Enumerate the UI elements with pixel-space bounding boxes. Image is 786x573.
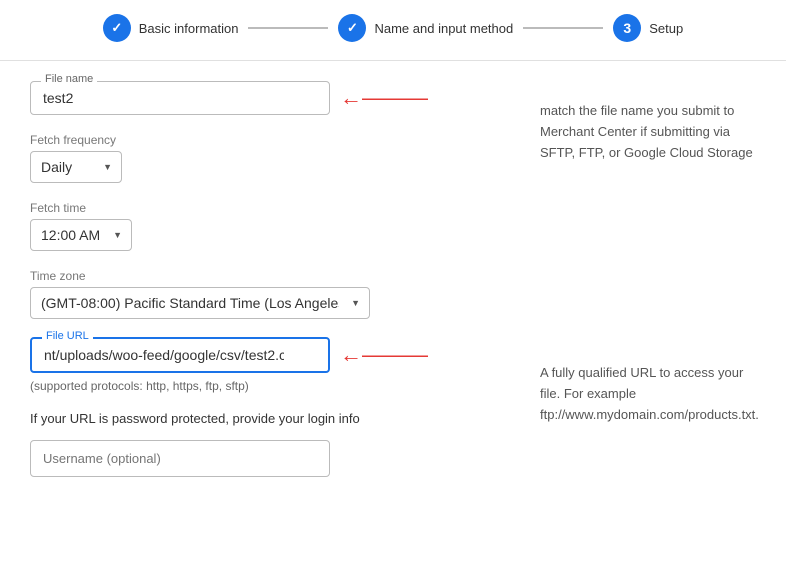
fetch-time-select[interactable]: 12:00 AM 1:00 AM 2:00 AM 3:00 AM [30, 219, 132, 251]
file-url-input[interactable] [44, 347, 284, 363]
file-name-row: File name ←――― [30, 81, 490, 115]
file-url-hint: (supported protocols: http, https, ftp, … [30, 379, 490, 393]
file-name-field: File name [30, 81, 330, 115]
url-note: A fully qualified URL to access your fil… [540, 363, 766, 425]
fetch-time-select-wrapper: 12:00 AM 1:00 AM 2:00 AM 3:00 AM [30, 219, 132, 251]
step-circle-setup: 3 [613, 14, 641, 42]
step-label-setup: Setup [649, 21, 683, 36]
right-panel: match the file name you submit to Mercha… [520, 61, 786, 515]
file-url-field: File URL [30, 337, 330, 373]
file-url-label: File URL [42, 330, 93, 342]
step-basic-information: ✓ Basic information [103, 14, 239, 42]
file-name-input[interactable] [43, 90, 317, 106]
file-name-label: File name [41, 73, 97, 85]
time-zone-select-wrapper: (GMT-08:00) Pacific Standard Time (Los A… [30, 287, 370, 319]
step-number-setup: 3 [623, 20, 631, 36]
step-name-input: ✓ Name and input method [338, 14, 513, 42]
fetch-time-label: Fetch time [30, 201, 490, 215]
fetch-frequency-select[interactable]: Daily Weekly Monthly [30, 151, 122, 183]
username-group [30, 440, 490, 477]
time-zone-group: Time zone (GMT-08:00) Pacific Standard T… [30, 269, 490, 319]
arrow-icon-url: ←――― [340, 342, 428, 368]
time-zone-label: Time zone [30, 269, 490, 283]
time-zone-select[interactable]: (GMT-08:00) Pacific Standard Time (Los A… [30, 287, 370, 319]
step-circle-name: ✓ [338, 14, 366, 42]
checkmark-icon-2: ✓ [347, 20, 358, 36]
step-line-1 [248, 27, 328, 29]
file-url-group: File URL ←――― (supported protocols: http… [30, 337, 490, 393]
arrow-icon-filename: ←――― [340, 85, 428, 111]
step-label-name: Name and input method [374, 21, 513, 36]
filename-note: match the file name you submit to Mercha… [540, 101, 766, 163]
username-input[interactable] [30, 440, 330, 477]
password-notice: If your URL is password protected, provi… [30, 411, 490, 426]
step-label-basic: Basic information [139, 21, 239, 36]
fetch-frequency-group: Fetch frequency Daily Weekly Monthly [30, 133, 490, 183]
main-content: File name ←――― Fetch frequency Daily Wee… [0, 61, 786, 515]
checkmark-icon: ✓ [111, 20, 122, 36]
fetch-time-group: Fetch time 12:00 AM 1:00 AM 2:00 AM 3:00… [30, 201, 490, 251]
fetch-frequency-select-wrapper: Daily Weekly Monthly [30, 151, 122, 183]
step-circle-basic: ✓ [103, 14, 131, 42]
step-setup: 3 Setup [613, 14, 683, 42]
fetch-frequency-label: Fetch frequency [30, 133, 490, 147]
step-line-2 [523, 27, 603, 29]
file-name-group: File name ←――― [30, 81, 490, 115]
file-url-row: File URL ←――― [30, 337, 490, 373]
stepper: ✓ Basic information ✓ Name and input met… [0, 0, 786, 61]
left-panel: File name ←――― Fetch frequency Daily Wee… [0, 61, 520, 515]
